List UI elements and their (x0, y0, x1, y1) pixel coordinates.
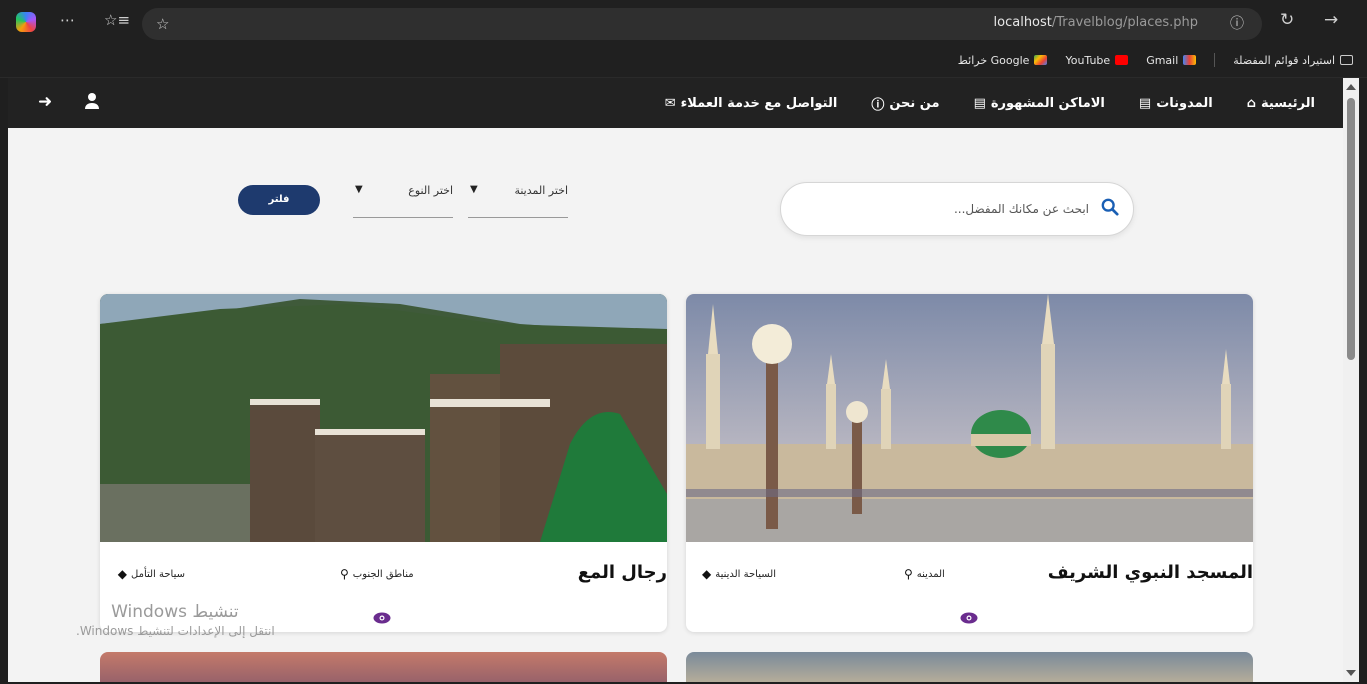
envelope-icon: ✉ (664, 95, 676, 111)
newspaper-icon: ▤ (1138, 95, 1152, 111)
home-icon: ⌂ (1246, 95, 1256, 111)
prophets-mosque-photo (686, 294, 1253, 542)
map-marker-icon: ⚲ (904, 567, 913, 581)
search-icon[interactable] (1101, 198, 1119, 216)
eye-icon[interactable] (373, 612, 391, 624)
page-viewport: ⌂ الرئيسية ▤ المدونات ▤ الاماكن المشهورة… (8, 78, 1343, 682)
nav-blogs[interactable]: ▤ المدونات (1139, 96, 1213, 111)
chevron-down-icon: ▼ (470, 184, 478, 195)
bookmark-divider (1214, 53, 1216, 67)
tag-icon: ◆ (117, 567, 128, 581)
filter-button[interactable]: فلتر (238, 185, 320, 215)
more-options-icon[interactable]: ⋯ (60, 10, 75, 30)
search-input[interactable] (799, 196, 1089, 222)
url-text[interactable]: localhost/Travelblog/places.php (994, 15, 1198, 30)
bookmark-import-favorites[interactable]: استيراد قوائم المفضلة (1233, 54, 1353, 67)
info-icon: ⓘ (871, 97, 885, 113)
address-bar[interactable]: ☆ localhost/Travelblog/places.php ⓘ (142, 8, 1262, 40)
place-card[interactable] (100, 652, 667, 682)
place-card[interactable]: رجال المع ⚲ مناطق الجنوب ◆ سياحة التأمل (100, 294, 667, 632)
nav-home[interactable]: ⌂ الرئيسية (1247, 96, 1315, 111)
nav-contact[interactable]: ✉ التواصل مع خدمة العملاء (665, 96, 838, 111)
logout-icon[interactable]: ➜ (38, 92, 52, 114)
scroll-thumb[interactable] (1347, 98, 1355, 360)
site-navbar: ⌂ الرئيسية ▤ المدونات ▤ الاماكن المشهورة… (8, 78, 1343, 128)
map-marker-icon: ⚲ (340, 567, 349, 581)
youtube-icon (1115, 55, 1129, 65)
windows-activation-watermark: تنشيط Windows انتقل إلى الإعدادات لتنشيط… (76, 602, 275, 638)
newspaper-icon: ▤ (973, 95, 986, 111)
place-card[interactable] (686, 652, 1253, 682)
site-info-icon[interactable]: ⓘ (1230, 14, 1244, 34)
favorites-list-icon[interactable]: ☆≡ (104, 10, 130, 30)
city-select[interactable]: اختر المدينة ▼ (468, 178, 568, 218)
user-icon[interactable] (84, 92, 100, 114)
google-maps-icon (1034, 55, 1048, 65)
import-favorites-icon (1340, 55, 1353, 65)
place-category: ◆ السياحة الدينية (701, 567, 776, 581)
bookmark-google-maps[interactable]: خرائط Google (958, 54, 1048, 67)
scroll-down-arrow-icon[interactable] (1346, 670, 1356, 676)
nav-about[interactable]: ⓘ من نحن (871, 94, 939, 113)
place-category: ◆ سياحة التأمل (117, 567, 185, 581)
bookmarks-bar: استيراد قوائم المفضلة Gmail YouTube خرائ… (0, 44, 1367, 78)
rijal-almaa-village-photo (100, 294, 667, 542)
place-city: ⚲ مناطق الجنوب (340, 567, 414, 581)
favorite-star-icon[interactable]: ☆ (156, 14, 169, 34)
forward-arrow-icon[interactable]: → (1324, 10, 1338, 30)
place-title: رجال المع (577, 562, 667, 583)
scroll-up-arrow-icon[interactable] (1346, 84, 1356, 90)
type-select[interactable]: اختر النوع ▼ (353, 178, 453, 218)
page-scrollbar[interactable] (1343, 78, 1359, 682)
refresh-icon[interactable]: ↻ (1280, 10, 1294, 30)
bookmark-gmail[interactable]: Gmail (1146, 54, 1197, 67)
copilot-icon[interactable] (16, 12, 36, 32)
tag-icon: ◆ (701, 567, 712, 581)
place-title: المسجد النبوي الشريف (1047, 562, 1253, 583)
gmail-icon (1183, 55, 1197, 65)
place-city: ⚲ المدينه (904, 567, 945, 581)
bookmark-youtube[interactable]: YouTube (1065, 54, 1129, 67)
eye-icon[interactable] (960, 612, 978, 624)
chevron-down-icon: ▼ (355, 184, 363, 195)
place-card[interactable]: المسجد النبوي الشريف ⚲ المدينه ◆ السياحة… (686, 294, 1253, 632)
search-box (780, 182, 1134, 236)
nav-famous-places[interactable]: ▤ الاماكن المشهورة (974, 96, 1105, 111)
browser-toolbar: ⋯ ☆≡ ☆ localhost/Travelblog/places.php ⓘ… (0, 0, 1367, 44)
